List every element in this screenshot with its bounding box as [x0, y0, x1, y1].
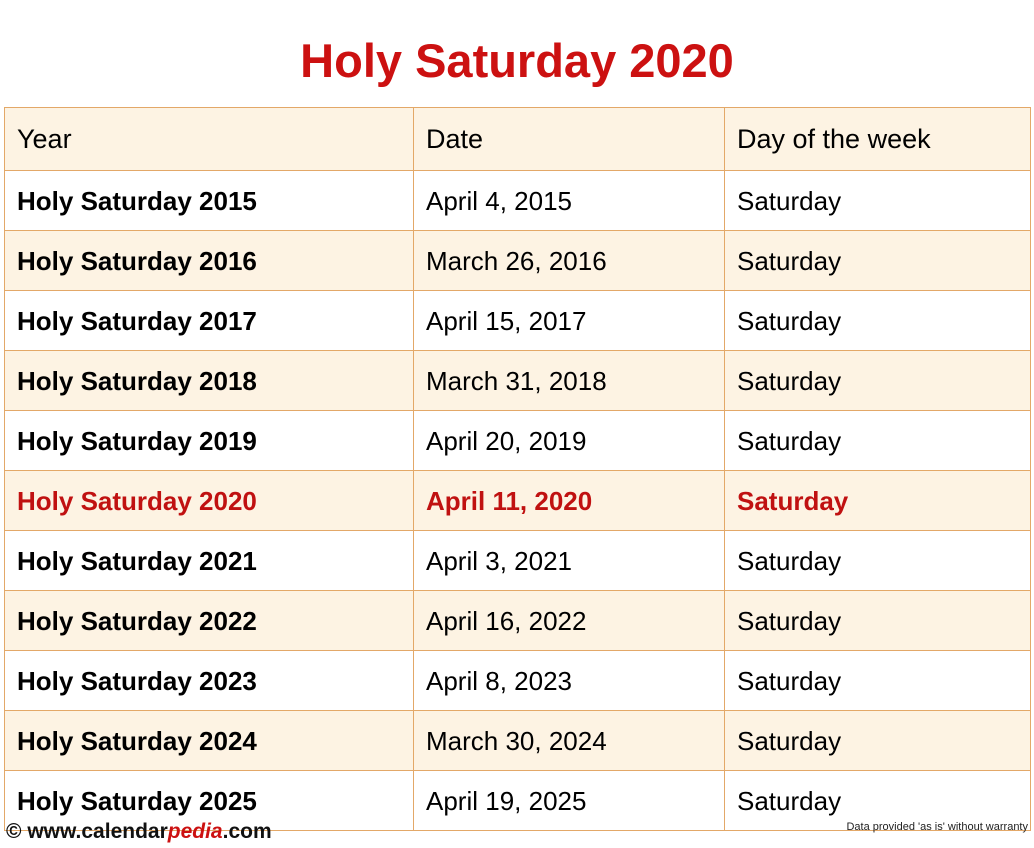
cell-date: March 26, 2016 [413, 230, 725, 292]
cell-date: April 16, 2022 [413, 590, 725, 652]
cell-day-of-week: Saturday [724, 590, 1031, 652]
cell-day-of-week: Saturday [724, 290, 1031, 352]
cell-day-of-week: Saturday [724, 230, 1031, 292]
cell-day-of-week: Saturday [724, 650, 1031, 712]
cell-date: March 30, 2024 [413, 710, 725, 772]
copyright-notice: © www.calendarpedia.com [6, 820, 272, 844]
table-row: Holy Saturday 2021 April 3, 2021 Saturday [4, 530, 1031, 592]
cell-year: Holy Saturday 2024 [4, 710, 414, 772]
table-row: Holy Saturday 2022 April 16, 2022 Saturday [4, 590, 1031, 652]
column-header-day-of-week: Day of the week [724, 107, 1031, 172]
calendar-page: Holy Saturday 2020 Year Date Day of the … [0, 31, 1034, 848]
cell-year: Holy Saturday 2017 [4, 290, 414, 352]
cell-year: Holy Saturday 2020 [4, 470, 414, 532]
cell-year: Holy Saturday 2021 [4, 530, 414, 592]
cell-day-of-week: Saturday [724, 530, 1031, 592]
cell-year: Holy Saturday 2018 [4, 350, 414, 412]
cell-date: April 11, 2020 [413, 470, 725, 532]
table-row: Holy Saturday 2017 April 15, 2017 Saturday [4, 290, 1031, 352]
cell-date: April 20, 2019 [413, 410, 725, 472]
table-body: Holy Saturday 2015 April 4, 2015 Saturday H… [4, 170, 1031, 832]
table-header-row: Year Date Day of the week [4, 107, 1031, 172]
table-row-current: Holy Saturday 2020 April 11, 2020 Saturday [4, 470, 1031, 532]
cell-year: Holy Saturday 2023 [4, 650, 414, 712]
site-name-prefix: www.calendar [21, 820, 168, 844]
cell-year: Holy Saturday 2022 [4, 590, 414, 652]
holiday-table: Year Date Day of the week Holy Saturday … [4, 107, 1031, 832]
cell-year: Holy Saturday 2019 [4, 410, 414, 472]
cell-day-of-week: Saturday [724, 710, 1031, 772]
cell-date: April 15, 2017 [413, 290, 725, 352]
cell-day-of-week: Saturday [724, 470, 1031, 532]
table-row: Holy Saturday 2015 April 4, 2015 Saturday [4, 170, 1031, 232]
cell-year: Holy Saturday 2015 [4, 170, 414, 232]
cell-day-of-week: Saturday [724, 410, 1031, 472]
site-name-suffix: .com [222, 820, 272, 844]
page-title: Holy Saturday 2020 [300, 34, 734, 88]
table-row: Holy Saturday 2016 March 26, 2016 Saturday [4, 230, 1031, 292]
cell-day-of-week: Saturday [724, 170, 1031, 232]
cell-date: April 8, 2023 [413, 650, 725, 712]
holiday-table-container: Year Date Day of the week Holy Saturday … [4, 107, 1031, 832]
cell-date: April 4, 2015 [413, 170, 725, 232]
site-name-brand: pedia [167, 820, 223, 844]
table-row: Holy Saturday 2024 March 30, 2024 Saturday [4, 710, 1031, 772]
column-header-date: Date [413, 107, 725, 172]
column-header-year: Year [4, 107, 414, 172]
cell-date: March 31, 2018 [413, 350, 725, 412]
table-row: Holy Saturday 2018 March 31, 2018 Saturday [4, 350, 1031, 412]
page-footer: © www.calendarpedia.com Data provided 'a… [0, 820, 1034, 848]
cell-year: Holy Saturday 2016 [4, 230, 414, 292]
table-row: Holy Saturday 2019 April 20, 2019 Saturday [4, 410, 1031, 472]
copyright-icon: © [6, 820, 22, 844]
cell-date: April 3, 2021 [413, 530, 725, 592]
table-header: Year Date Day of the week [4, 107, 1031, 172]
table-row: Holy Saturday 2023 April 8, 2023 Saturday [4, 650, 1031, 712]
cell-day-of-week: Saturday [724, 350, 1031, 412]
disclaimer-text: Data provided 'as is' without warranty [846, 821, 1028, 834]
